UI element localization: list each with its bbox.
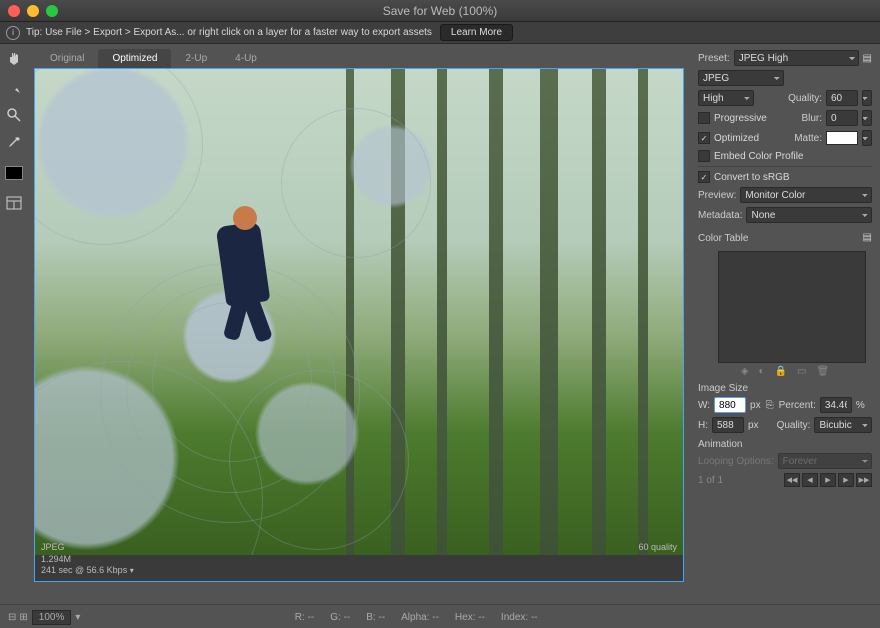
resize-quality-label: Quality:: [777, 420, 811, 431]
status-icon-1[interactable]: ⊟: [8, 612, 16, 623]
next-frame-icon: ▶: [838, 473, 854, 487]
status-r: R: --: [295, 612, 314, 623]
lock-icon[interactable]: 🔒: [775, 366, 787, 377]
blur-label: Blur:: [801, 113, 822, 124]
tab-4up[interactable]: 4-Up: [221, 49, 271, 68]
window-title: Save for Web (100%): [383, 4, 498, 18]
first-frame-icon: ◀◀: [784, 473, 800, 487]
add-color-icon[interactable]: ▭: [797, 366, 806, 377]
info-time: 241 sec @ 56.6 Kbps: [41, 565, 127, 575]
preview-info: JPEG 1.294M 241 sec @ 56.6 Kbps ▾ 60 qua…: [35, 539, 683, 581]
title-bar: Save for Web (100%): [0, 0, 880, 22]
preview-select[interactable]: Monitor Color: [740, 187, 872, 203]
progressive-check[interactable]: [698, 112, 710, 124]
embed-profile-check[interactable]: [698, 150, 710, 162]
status-b: B: --: [366, 612, 385, 623]
status-hex: Hex: --: [455, 612, 485, 623]
matte-menu-icon[interactable]: [862, 130, 872, 146]
trash-icon[interactable]: 🗑: [816, 366, 829, 377]
loop-label: Looping Options:: [698, 456, 774, 467]
percent-input[interactable]: [820, 397, 852, 413]
blur-slider-icon[interactable]: [862, 110, 872, 126]
metadata-select[interactable]: None: [746, 207, 872, 223]
learn-more-button[interactable]: Learn More: [440, 24, 513, 41]
zoom-tool-icon[interactable]: [3, 104, 25, 126]
zoom-level[interactable]: 100%: [32, 610, 72, 625]
width-label: W:: [698, 400, 710, 411]
status-icon-2[interactable]: ⊞: [19, 612, 27, 623]
preset-label: Preset:: [698, 53, 730, 64]
status-g: G: --: [330, 612, 350, 623]
person-figure: [203, 200, 283, 340]
height-input[interactable]: [712, 417, 744, 433]
eyedropper-tool-icon[interactable]: [3, 132, 25, 154]
loop-select: Forever: [778, 453, 872, 469]
optimized-check[interactable]: ✓: [698, 132, 710, 144]
hand-tool-icon[interactable]: [3, 48, 25, 70]
last-frame-icon: ▶▶: [856, 473, 872, 487]
tip-text: Tip: Use File > Export > Export As... or…: [26, 27, 432, 38]
blur-input[interactable]: [826, 110, 858, 126]
tab-original[interactable]: Original: [36, 49, 98, 68]
preview-image: [35, 69, 683, 555]
preset-select[interactable]: JPEG High: [734, 50, 859, 66]
tab-2up[interactable]: 2-Up: [171, 49, 221, 68]
window-controls: [8, 5, 58, 17]
metadata-label: Metadata:: [698, 210, 742, 221]
preview-label: Preview:: [698, 190, 736, 201]
status-bar: ⊟ ⊞ 100% ▾ R: -- G: -- B: -- Alpha: -- H…: [0, 604, 880, 628]
prev-frame-icon: ◀: [802, 473, 818, 487]
color-swatch[interactable]: [5, 166, 23, 180]
quality-slider-icon[interactable]: [862, 90, 872, 106]
zoom-menu-icon[interactable]: ▾: [75, 612, 80, 623]
status-index: Index: --: [501, 612, 538, 623]
color-table-menu-icon[interactable]: ▤: [863, 232, 872, 243]
preset-menu-icon[interactable]: ▤: [863, 53, 872, 64]
tip-bar: i Tip: Use File > Export > Export As... …: [0, 22, 880, 44]
resize-quality-select[interactable]: Bicubic: [814, 417, 872, 433]
srgb-label: Convert to sRGB: [714, 172, 790, 183]
close-icon[interactable]: [8, 5, 20, 17]
tool-column: [0, 44, 28, 604]
slice-tool-icon[interactable]: [3, 76, 25, 98]
ct-icon-2[interactable]: ◐: [759, 366, 765, 377]
matte-swatch[interactable]: [826, 131, 858, 145]
quality-input[interactable]: [826, 90, 858, 106]
animation-title: Animation: [698, 439, 872, 450]
quality-preset-select[interactable]: High: [698, 90, 754, 106]
width-input[interactable]: [714, 397, 746, 413]
srgb-check[interactable]: ✓: [698, 171, 710, 183]
settings-panel: Preset: JPEG High ▤ JPEG High Quality: P…: [690, 44, 880, 604]
embed-profile-label: Embed Color Profile: [714, 151, 803, 162]
link-icon[interactable]: ⎘: [765, 400, 775, 411]
info-format: JPEG: [41, 542, 134, 554]
progressive-label: Progressive: [714, 113, 767, 124]
matte-label: Matte:: [794, 133, 822, 144]
preview-canvas[interactable]: JPEG 1.294M 241 sec @ 56.6 Kbps ▾ 60 qua…: [34, 68, 684, 582]
frame-count: 1 of 1: [698, 475, 723, 486]
height-label: H:: [698, 420, 708, 431]
tab-optimized[interactable]: Optimized: [98, 49, 171, 68]
play-icon: ▶: [820, 473, 836, 487]
info-quality: 60 quality: [638, 542, 677, 554]
maximize-icon[interactable]: [46, 5, 58, 17]
ct-icon-1[interactable]: ◈: [741, 366, 749, 377]
toggle-slices-icon[interactable]: [3, 192, 25, 214]
quality-label: Quality:: [788, 93, 822, 104]
optimized-label: Optimized: [714, 133, 759, 144]
color-table-title: Color Table: [698, 233, 748, 244]
status-alpha: Alpha: --: [401, 612, 439, 623]
info-icon: i: [6, 26, 20, 40]
color-table: [718, 251, 866, 363]
view-tabs: Original Optimized 2-Up 4-Up: [28, 44, 690, 68]
format-select[interactable]: JPEG: [698, 70, 784, 86]
info-size: 1.294M: [41, 554, 134, 566]
image-size-title: Image Size: [698, 383, 872, 394]
minimize-icon[interactable]: [27, 5, 39, 17]
percent-label: Percent:: [779, 400, 816, 411]
